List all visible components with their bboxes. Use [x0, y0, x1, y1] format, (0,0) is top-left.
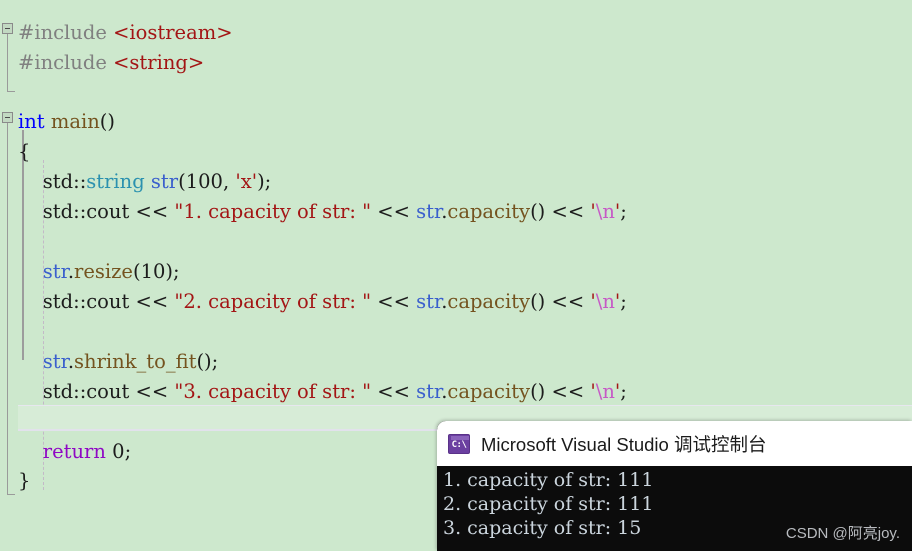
- code-line[interactable]: str.resize(10);: [18, 257, 180, 287]
- console-cmd-icon: C:\: [448, 433, 470, 454]
- code-token: std::cout <<: [18, 200, 175, 223]
- code-token: (: [178, 170, 186, 193]
- code-line[interactable]: std::cout << "1. capacity of str: " << s…: [18, 197, 627, 227]
- code-line[interactable]: }: [18, 466, 30, 496]
- code-token: str: [416, 200, 442, 223]
- code-token: str: [416, 290, 442, 313]
- console-title-text: Microsoft Visual Studio 调试控制台: [481, 433, 767, 455]
- code-token: (): [99, 110, 115, 133]
- code-line[interactable]: std::string str(100, 'x');: [18, 167, 271, 197]
- code-token: 'x': [235, 170, 258, 193]
- console-icon-label: C:\: [451, 439, 467, 450]
- code-token: ;: [620, 290, 627, 313]
- code-token: \n: [595, 380, 615, 403]
- code-token: #include: [18, 21, 114, 44]
- code-token: );: [257, 170, 272, 193]
- code-line[interactable]: int main(): [18, 107, 115, 137]
- code-token: ,: [222, 170, 236, 193]
- code-token: return: [42, 440, 106, 463]
- watermark-text: CSDN @阿亮joy.: [785, 525, 900, 542]
- code-token: () <<: [530, 290, 591, 313]
- code-token: <string>: [113, 51, 205, 74]
- code-token: "2. capacity of str: ": [174, 290, 372, 313]
- code-token: ();: [196, 350, 219, 373]
- code-token: <<: [371, 290, 417, 313]
- code-token: str: [42, 260, 68, 283]
- code-token: \n: [595, 290, 615, 313]
- code-token: capacity: [447, 200, 531, 223]
- code-token: 100: [185, 170, 223, 193]
- code-line[interactable]: str.shrink_to_fit();: [18, 347, 218, 377]
- code-token: <<: [371, 200, 417, 223]
- code-token: shrink_to_fit: [74, 350, 197, 373]
- code-token: resize: [74, 260, 133, 283]
- code-token: {: [18, 140, 31, 163]
- code-line[interactable]: return 0;: [18, 437, 131, 467]
- code-token: str: [150, 170, 179, 193]
- code-token: std::cout <<: [18, 290, 175, 313]
- code-line[interactable]: #include <string>: [18, 48, 204, 78]
- console-output-line: 1. capacity of str: 111: [443, 469, 654, 491]
- code-token: ;: [620, 380, 627, 403]
- code-token: "1. capacity of str: ": [174, 200, 372, 223]
- console-output-line: 2. capacity of str: 111: [443, 493, 654, 515]
- code-token: capacity: [447, 290, 531, 313]
- code-line[interactable]: std::cout << "3. capacity of str: " << s…: [18, 377, 627, 407]
- code-token: () <<: [530, 200, 591, 223]
- code-token: main: [50, 110, 100, 133]
- code-token: );: [165, 260, 180, 283]
- code-token: 0: [112, 440, 125, 463]
- code-token: (: [132, 260, 141, 283]
- debug-console-window[interactable]: C:\ Microsoft Visual Studio 调试控制台 1. cap…: [437, 421, 912, 551]
- code-line[interactable]: {: [18, 137, 30, 167]
- code-token: "3. capacity of str: ": [174, 380, 372, 403]
- code-token: capacity: [447, 380, 531, 403]
- code-line[interactable]: std::cout << "2. capacity of str: " << s…: [18, 287, 627, 317]
- code-token: <<: [371, 380, 417, 403]
- code-token: 10: [140, 260, 166, 283]
- code-line[interactable]: #include <iostream>: [18, 18, 233, 48]
- code-token: str: [416, 380, 442, 403]
- code-token: ;: [124, 440, 132, 463]
- code-token: ;: [620, 200, 627, 223]
- code-token: std::cout <<: [18, 380, 175, 403]
- code-token: \n: [595, 200, 615, 223]
- code-token: string: [86, 170, 145, 193]
- console-title-bar[interactable]: C:\ Microsoft Visual Studio 调试控制台: [437, 421, 912, 466]
- code-token: () <<: [530, 380, 591, 403]
- code-token: #include: [18, 51, 114, 74]
- code-token: <iostream>: [113, 21, 233, 44]
- code-token: str: [42, 350, 68, 373]
- code-token: std::: [18, 170, 87, 193]
- code-token: }: [18, 469, 31, 492]
- code-token: int: [18, 110, 45, 133]
